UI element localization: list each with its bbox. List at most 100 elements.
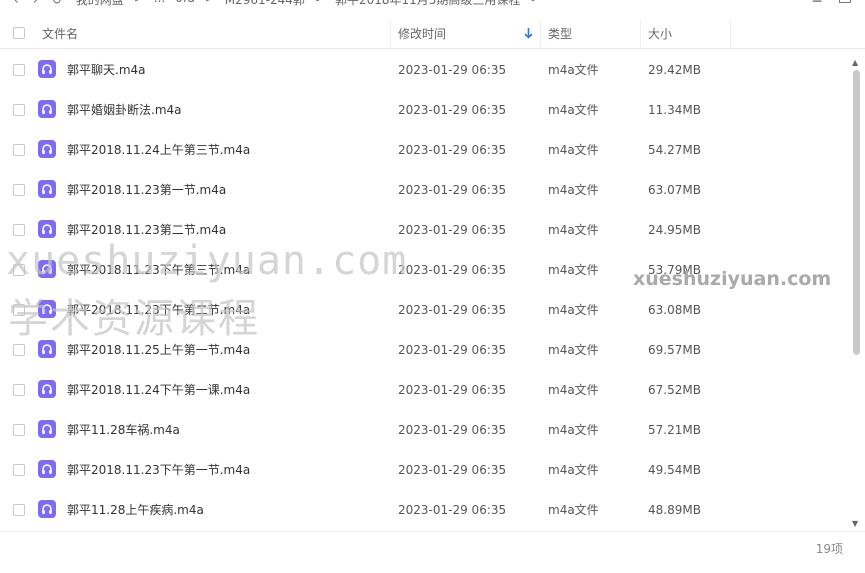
column-header-size[interactable]: 大小 xyxy=(648,20,672,48)
audio-file-icon xyxy=(38,180,56,198)
forward-arrow-icon[interactable]: › xyxy=(33,0,38,7)
file-size: 49.54MB xyxy=(648,463,701,477)
file-type: m4a文件 xyxy=(548,63,599,77)
audio-file-icon xyxy=(38,460,56,478)
table-row[interactable]: 郭平2018.11.24下午第一课.m4a 2023-01-29 06:35 m4a… xyxy=(0,370,850,410)
file-type: m4a文件 xyxy=(548,383,599,397)
file-name[interactable]: 郭平婚姻卦断法.m4a xyxy=(67,90,182,130)
sort-down-icon[interactable] xyxy=(524,27,533,39)
column-divider[interactable] xyxy=(540,20,541,48)
file-modified-time: 2023-01-29 06:35 xyxy=(398,63,507,77)
file-size: 63.08MB xyxy=(648,303,701,317)
column-divider[interactable] xyxy=(390,20,391,48)
file-type: m4a文件 xyxy=(548,263,599,277)
file-size: 11.34MB xyxy=(648,103,701,117)
file-modified-time: 2023-01-29 06:35 xyxy=(398,463,507,477)
file-modified-time: 2023-01-29 06:35 xyxy=(398,503,507,517)
file-size: 69.57MB xyxy=(648,343,701,357)
file-size: 67.52MB xyxy=(648,383,701,397)
file-size: 63.07MB xyxy=(648,183,701,197)
table-row[interactable]: 郭平婚姻卦断法.m4a 2023-01-29 06:35 m4a文件 11.34MB xyxy=(0,90,850,130)
row-checkbox[interactable] xyxy=(13,224,25,236)
file-size: 24.95MB xyxy=(648,223,701,237)
refresh-icon[interactable]: ↻ xyxy=(52,0,62,7)
file-modified-time: 2023-01-29 06:35 xyxy=(398,103,507,117)
file-size: 29.42MB xyxy=(648,63,701,77)
breadcrumb-item[interactable]: 0fd xyxy=(175,0,194,8)
file-name[interactable]: 郭平聊天.m4a xyxy=(67,50,146,90)
file-name[interactable]: 郭平2018.11.23第一节.m4a xyxy=(67,170,226,210)
row-checkbox[interactable] xyxy=(13,144,25,156)
audio-file-icon xyxy=(38,420,56,438)
file-name[interactable]: 郭平11.28车祸.m4a xyxy=(67,410,180,450)
file-name[interactable]: 郭平2018.11.23下午第一节.m4a xyxy=(67,450,250,490)
table-row[interactable]: 郭平聊天.m4a 2023-01-29 06:35 m4a文件 29.42MB xyxy=(0,50,850,90)
file-type: m4a文件 xyxy=(548,343,599,357)
scrollbar-thumb[interactable] xyxy=(853,70,860,355)
column-header-name[interactable]: 文件名 xyxy=(42,20,78,48)
audio-file-icon xyxy=(38,220,56,238)
list-view-icon[interactable]: ≡ xyxy=(811,0,823,7)
watermark-text: xueshuziyuan.com xyxy=(633,268,832,290)
watermark-text: 学术资源课程 xyxy=(8,296,260,342)
table-row[interactable]: 郭平2018.11.24上午第三节.m4a 2023-01-29 06:35 m4a… xyxy=(0,130,850,170)
table-row[interactable]: 郭平11.28车祸.m4a 2023-01-29 06:35 m4a文件 57.21M… xyxy=(0,410,850,450)
file-type: m4a文件 xyxy=(548,223,599,237)
navigation-bar: ‹ › ↻ 我的网盘> ... 0fd> M2961-244郭> 郭平2018年… xyxy=(0,0,865,12)
row-checkbox[interactable] xyxy=(13,64,25,76)
column-header-type[interactable]: 类型 xyxy=(548,20,572,48)
grid-view-icon[interactable] xyxy=(839,0,851,3)
table-row[interactable]: 郭平2018.11.23下午第一节.m4a 2023-01-29 06:35 m4a… xyxy=(0,450,850,490)
audio-file-icon xyxy=(38,100,56,118)
audio-file-icon xyxy=(38,60,56,78)
file-modified-time: 2023-01-29 06:35 xyxy=(398,383,507,397)
column-header-time[interactable]: 修改时间 xyxy=(398,20,446,48)
table-header: 文件名 修改时间 类型 大小 xyxy=(0,20,865,49)
file-size: 54.27MB xyxy=(648,143,701,157)
back-arrow-icon[interactable]: ‹ xyxy=(14,0,19,7)
select-all-checkbox[interactable] xyxy=(13,27,25,39)
file-modified-time: 2023-01-29 06:35 xyxy=(398,263,507,277)
file-type: m4a文件 xyxy=(548,183,599,197)
file-size: 57.21MB xyxy=(648,423,701,437)
watermark-text: xueshuziyuan.com xyxy=(6,238,408,284)
file-modified-time: 2023-01-29 06:35 xyxy=(398,223,507,237)
scroll-up-icon[interactable]: ▲ xyxy=(852,58,858,67)
audio-file-icon xyxy=(38,380,56,398)
status-bar: 19项 xyxy=(0,531,865,573)
item-count: 19项 xyxy=(815,542,843,556)
column-divider[interactable] xyxy=(640,20,641,48)
scroll-down-icon[interactable]: ▼ xyxy=(852,519,858,528)
audio-file-icon xyxy=(38,500,56,518)
file-type: m4a文件 xyxy=(548,423,599,437)
file-modified-time: 2023-01-29 06:35 xyxy=(398,143,507,157)
row-checkbox[interactable] xyxy=(13,384,25,396)
file-name[interactable]: 郭平2018.11.24上午第三节.m4a xyxy=(67,130,250,170)
file-name[interactable]: 郭平11.28上午疾病.m4a xyxy=(67,490,204,530)
row-checkbox[interactable] xyxy=(13,464,25,476)
file-type: m4a文件 xyxy=(548,143,599,157)
breadcrumb-item[interactable]: M2961-244郭 xyxy=(225,0,305,8)
column-divider[interactable] xyxy=(730,20,731,48)
file-name[interactable]: 郭平2018.11.24下午第一课.m4a xyxy=(67,370,250,410)
row-checkbox[interactable] xyxy=(13,184,25,196)
file-type: m4a文件 xyxy=(548,303,599,317)
breadcrumb: 我的网盘> ... 0fd> M2961-244郭> 郭平2018年11月5期高… xyxy=(76,0,541,8)
table-row[interactable]: 郭平11.28上午疾病.m4a 2023-01-29 06:35 m4a文件 48.8… xyxy=(0,490,850,530)
breadcrumb-item[interactable]: ... xyxy=(154,0,165,8)
row-checkbox[interactable] xyxy=(13,344,25,356)
file-modified-time: 2023-01-29 06:35 xyxy=(398,423,507,437)
file-modified-time: 2023-01-29 06:35 xyxy=(398,303,507,317)
row-checkbox[interactable] xyxy=(13,104,25,116)
row-checkbox[interactable] xyxy=(13,424,25,436)
row-checkbox[interactable] xyxy=(13,504,25,516)
breadcrumb-item[interactable]: 我的网盘 xyxy=(76,0,124,8)
file-size: 48.89MB xyxy=(648,503,701,517)
file-type: m4a文件 xyxy=(548,503,599,517)
table-row[interactable]: 郭平2018.11.23第一节.m4a 2023-01-29 06:35 m4a文件… xyxy=(0,170,850,210)
vertical-scrollbar[interactable]: ▲ ▼ xyxy=(851,58,863,528)
breadcrumb-item[interactable]: 郭平2018年11月5期高级三用课程 xyxy=(335,0,520,8)
file-type: m4a文件 xyxy=(548,103,599,117)
file-modified-time: 2023-01-29 06:35 xyxy=(398,343,507,357)
audio-file-icon xyxy=(38,140,56,158)
